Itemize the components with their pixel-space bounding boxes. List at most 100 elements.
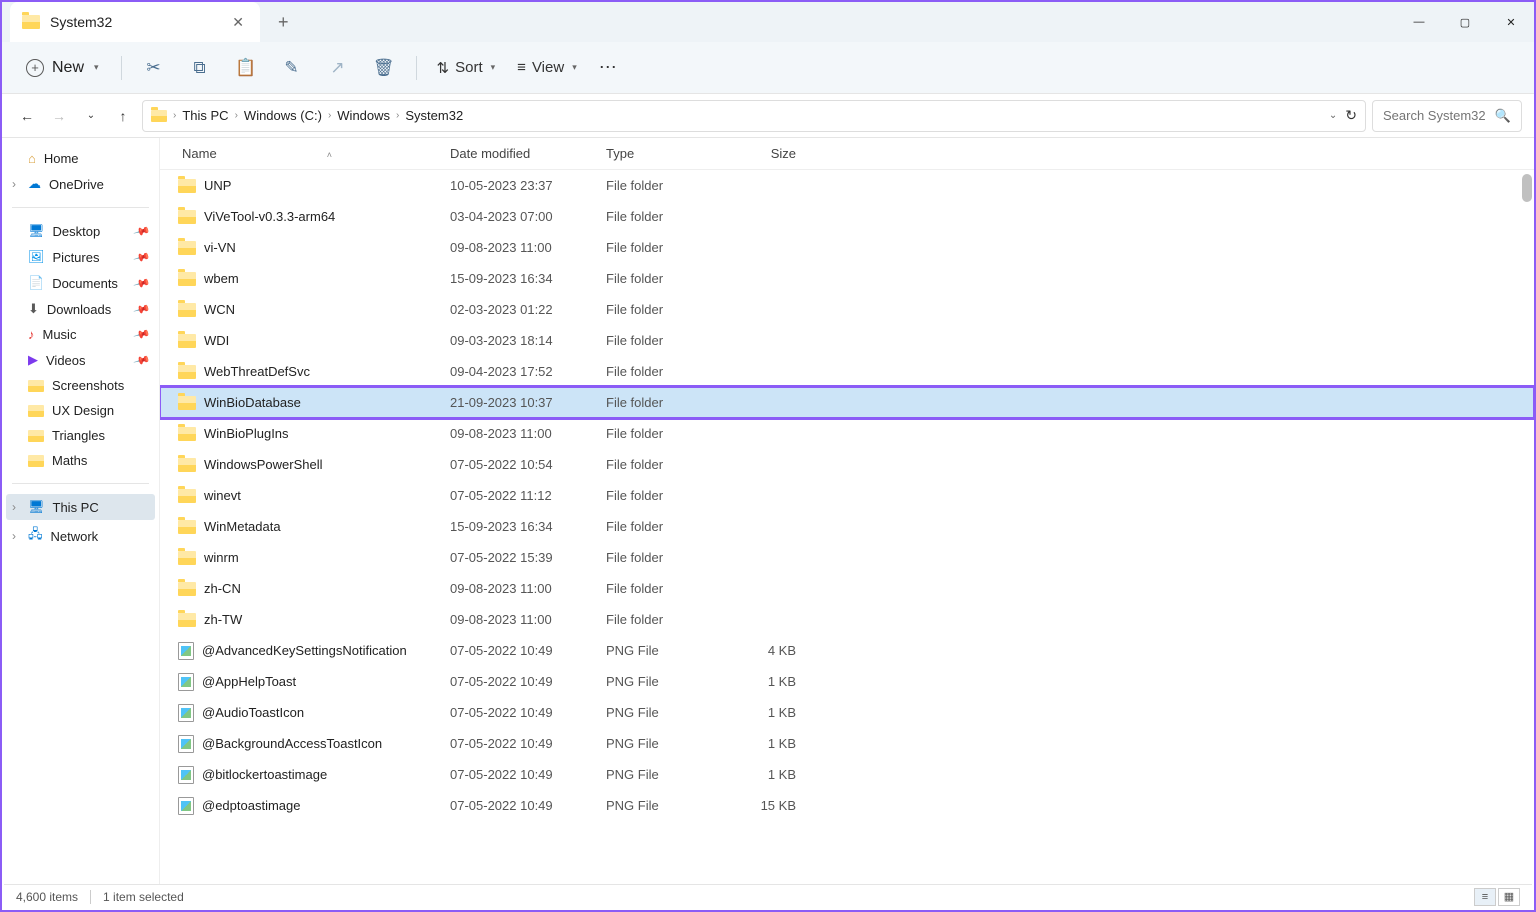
breadcrumb[interactable]: System32 bbox=[405, 108, 463, 123]
file-row[interactable]: @BackgroundAccessToastIcon07-05-2022 10:… bbox=[160, 728, 1534, 759]
nav-onedrive[interactable]: ☁OneDrive bbox=[6, 171, 155, 197]
new-button[interactable]: + New ▾ bbox=[16, 53, 109, 83]
pin-icon: 📌 bbox=[133, 222, 151, 240]
nav-home[interactable]: ⌂Home bbox=[6, 146, 155, 171]
file-date: 03-04-2023 07:00 bbox=[450, 209, 606, 224]
breadcrumb[interactable]: Windows bbox=[337, 108, 390, 123]
nav-pictures[interactable]: 🖼Pictures📌 bbox=[6, 244, 155, 270]
col-name[interactable]: Name˄ bbox=[174, 146, 450, 161]
recent-button[interactable]: ⌄ bbox=[78, 103, 104, 129]
paste-button[interactable]: 📋 bbox=[226, 50, 266, 86]
up-button[interactable]: ↑ bbox=[110, 103, 136, 129]
plus-circle-icon: + bbox=[26, 59, 44, 77]
file-date: 09-08-2023 11:00 bbox=[450, 426, 606, 441]
folder-icon bbox=[178, 396, 196, 410]
folder-icon bbox=[178, 458, 196, 472]
back-button[interactable]: ← bbox=[14, 103, 40, 129]
file-row[interactable]: @AppHelpToast07-05-2022 10:49PNG File1 K… bbox=[160, 666, 1534, 697]
forward-button[interactable]: → bbox=[46, 103, 72, 129]
nav-documents[interactable]: 📄Documents📌 bbox=[6, 270, 155, 296]
file-row[interactable]: WinBioPlugIns09-08-2023 11:00File folder bbox=[160, 418, 1534, 449]
nav-maths[interactable]: Maths bbox=[6, 448, 155, 473]
breadcrumb[interactable]: Windows (C:) bbox=[244, 108, 322, 123]
chevron-right-icon: › bbox=[328, 110, 331, 121]
col-type[interactable]: Type bbox=[606, 146, 736, 161]
file-row[interactable]: WinMetadata15-09-2023 16:34File folder bbox=[160, 511, 1534, 542]
file-row[interactable]: WinBioDatabase21-09-2023 10:37File folde… bbox=[160, 387, 1534, 418]
nav-label: Screenshots bbox=[52, 378, 124, 393]
file-date: 07-05-2022 10:49 bbox=[450, 674, 606, 689]
file-row[interactable]: UNP10-05-2023 23:37File folder bbox=[160, 170, 1534, 201]
rename-button[interactable]: ✎ bbox=[272, 50, 312, 86]
nav-screenshots[interactable]: Screenshots bbox=[6, 373, 155, 398]
file-row[interactable]: @AudioToastIcon07-05-2022 10:49PNG File1… bbox=[160, 697, 1534, 728]
folder-icon bbox=[178, 179, 196, 193]
breadcrumb[interactable]: This PC bbox=[182, 108, 228, 123]
new-tab-button[interactable]: + bbox=[278, 12, 289, 33]
file-row[interactable]: @bitlockertoastimage07-05-2022 10:49PNG … bbox=[160, 759, 1534, 790]
nav-desktop[interactable]: 🖥Desktop📌 bbox=[6, 218, 155, 244]
delete-button[interactable]: 🗑 bbox=[364, 50, 404, 86]
close-button[interactable]: ✕ bbox=[1488, 2, 1534, 42]
nav-thispc[interactable]: 🖥This PC bbox=[6, 494, 155, 520]
nav-videos[interactable]: ▶Videos📌 bbox=[6, 347, 155, 373]
nav-downloads[interactable]: ⬇Downloads📌 bbox=[6, 296, 155, 322]
thumbnails-view-button[interactable]: ▦ bbox=[1498, 888, 1520, 906]
minimize-button[interactable]: — bbox=[1396, 2, 1442, 42]
file-name: @bitlockertoastimage bbox=[202, 767, 327, 782]
file-row[interactable]: WindowsPowerShell07-05-2022 10:54File fo… bbox=[160, 449, 1534, 480]
file-row[interactable]: @edptoastimage07-05-2022 10:49PNG File15… bbox=[160, 790, 1534, 821]
file-name: WindowsPowerShell bbox=[204, 457, 323, 472]
file-name: WinBioPlugIns bbox=[204, 426, 289, 441]
file-row[interactable]: winevt07-05-2022 11:12File folder bbox=[160, 480, 1534, 511]
search-input[interactable] bbox=[1383, 108, 1493, 123]
scrollbar-thumb[interactable] bbox=[1522, 174, 1532, 202]
folder-icon bbox=[178, 365, 196, 379]
file-row[interactable]: WDI09-03-2023 18:14File folder bbox=[160, 325, 1534, 356]
copy-button[interactable]: ⧉ bbox=[180, 50, 220, 86]
sort-button[interactable]: ⇅ Sort ▾ bbox=[429, 53, 504, 83]
file-type: PNG File bbox=[606, 674, 736, 689]
file-type: File folder bbox=[606, 488, 736, 503]
file-row[interactable]: wbem15-09-2023 16:34File folder bbox=[160, 263, 1534, 294]
file-row[interactable]: zh-TW09-08-2023 11:00File folder bbox=[160, 604, 1534, 635]
file-row[interactable]: WebThreatDefSvc09-04-2023 17:52File fold… bbox=[160, 356, 1534, 387]
folder-icon bbox=[28, 380, 44, 392]
maximize-button[interactable]: ▢ bbox=[1442, 2, 1488, 42]
details-view-button[interactable]: ≡ bbox=[1474, 888, 1496, 906]
file-row[interactable]: ViVeTool-v0.3.3-arm6403-04-2023 07:00Fil… bbox=[160, 201, 1534, 232]
search-box[interactable]: 🔍 bbox=[1372, 100, 1522, 132]
nav-uxdesign[interactable]: UX Design bbox=[6, 398, 155, 423]
col-date[interactable]: Date modified bbox=[450, 146, 606, 161]
nav-triangles[interactable]: Triangles bbox=[6, 423, 155, 448]
file-row[interactable]: zh-CN09-08-2023 11:00File folder bbox=[160, 573, 1534, 604]
network-icon: 🖧 bbox=[28, 525, 43, 547]
window-tab[interactable]: System32 ✕ bbox=[10, 2, 260, 42]
address-bar[interactable]: › This PC › Windows (C:) › Windows › Sys… bbox=[142, 100, 1366, 132]
file-name: vi-VN bbox=[204, 240, 236, 255]
view-label: View bbox=[532, 59, 564, 76]
file-row[interactable]: WCN02-03-2023 01:22File folder bbox=[160, 294, 1534, 325]
view-button[interactable]: ≡ View ▾ bbox=[509, 53, 585, 82]
file-type: PNG File bbox=[606, 705, 736, 720]
nav-network[interactable]: 🖧Network bbox=[6, 520, 155, 552]
refresh-button[interactable]: ↻ bbox=[1345, 107, 1357, 124]
close-tab-button[interactable]: ✕ bbox=[232, 14, 244, 31]
chevron-down-icon[interactable]: ⌄ bbox=[1329, 110, 1337, 121]
col-size[interactable]: Size bbox=[736, 146, 816, 161]
nav-music[interactable]: ♪Music📌 bbox=[6, 322, 155, 347]
file-name: zh-TW bbox=[204, 612, 242, 627]
file-size: 1 KB bbox=[736, 767, 816, 782]
file-row[interactable]: @AdvancedKeySettingsNotification07-05-20… bbox=[160, 635, 1534, 666]
file-size: 1 KB bbox=[736, 736, 816, 751]
chevron-right-icon: › bbox=[396, 110, 399, 121]
file-row[interactable]: winrm07-05-2022 15:39File folder bbox=[160, 542, 1534, 573]
file-icon bbox=[178, 704, 194, 722]
pin-icon: 📌 bbox=[133, 325, 151, 343]
share-button[interactable]: ↗ bbox=[318, 50, 358, 86]
file-name: @AppHelpToast bbox=[202, 674, 296, 689]
more-button[interactable]: ⋯ bbox=[599, 57, 617, 78]
file-row[interactable]: vi-VN09-08-2023 11:00File folder bbox=[160, 232, 1534, 263]
cut-button[interactable]: ✂ bbox=[134, 50, 174, 86]
videos-icon: ▶ bbox=[28, 352, 38, 368]
